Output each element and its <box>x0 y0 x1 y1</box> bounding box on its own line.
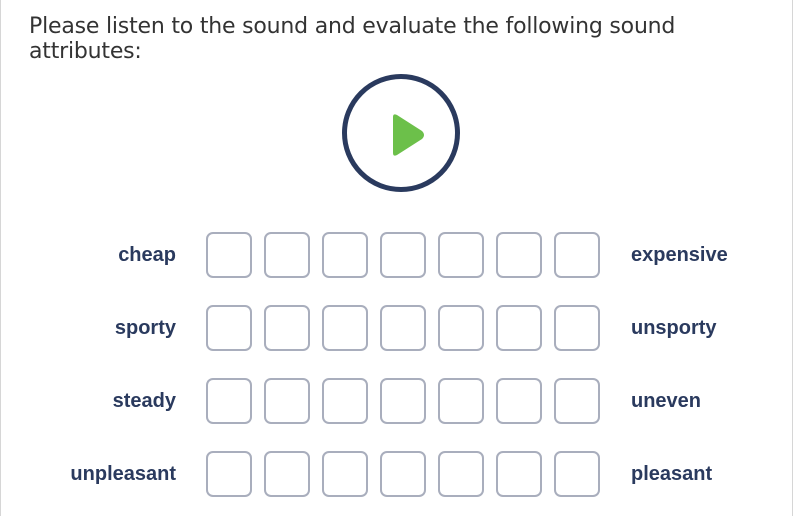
row-left-label: sporty <box>114 317 176 339</box>
rating-box-5[interactable] <box>438 451 484 497</box>
row-right-label: pleasant <box>631 463 713 485</box>
row-right-label: unsporty <box>631 317 717 339</box>
rating-box-3[interactable] <box>322 451 368 497</box>
rating-box-3[interactable] <box>322 232 368 278</box>
row-left-label: unpleasant <box>70 463 176 485</box>
question-prompt: Please listen to the sound and evaluate … <box>29 14 676 64</box>
survey-page: Please listen to the sound and evaluate … <box>0 0 793 516</box>
play-button[interactable] <box>342 74 460 192</box>
rating-row-4: unpleasant pleasant <box>1 451 793 499</box>
rating-box-7[interactable] <box>554 305 600 351</box>
rating-box-1[interactable] <box>206 451 252 497</box>
rating-box-4[interactable] <box>380 232 426 278</box>
rating-box-2[interactable] <box>264 451 310 497</box>
rating-row-2: sporty unsporty <box>1 305 793 353</box>
rating-box-6[interactable] <box>496 378 542 424</box>
rating-box-4[interactable] <box>380 451 426 497</box>
rating-box-5[interactable] <box>438 232 484 278</box>
row-left-label: cheap <box>118 244 176 266</box>
rating-box-6[interactable] <box>496 305 542 351</box>
rating-box-1[interactable] <box>206 232 252 278</box>
rating-box-4[interactable] <box>380 305 426 351</box>
rating-box-6[interactable] <box>496 451 542 497</box>
rating-box-1[interactable] <box>206 378 252 424</box>
rating-box-5[interactable] <box>438 305 484 351</box>
rating-box-4[interactable] <box>380 378 426 424</box>
rating-box-7[interactable] <box>554 378 600 424</box>
rating-box-5[interactable] <box>438 378 484 424</box>
rating-box-2[interactable] <box>264 305 310 351</box>
rating-box-2[interactable] <box>264 378 310 424</box>
rating-box-2[interactable] <box>264 232 310 278</box>
rating-row-3: steady uneven <box>1 378 793 426</box>
rating-box-3[interactable] <box>322 305 368 351</box>
play-icon <box>393 114 424 156</box>
row-left-label: steady <box>112 390 176 412</box>
rating-box-1[interactable] <box>206 305 252 351</box>
row-right-label: uneven <box>631 390 702 412</box>
rating-box-7[interactable] <box>554 451 600 497</box>
rating-box-7[interactable] <box>554 232 600 278</box>
rating-box-6[interactable] <box>496 232 542 278</box>
row-right-label: expensive <box>631 244 728 266</box>
rating-row-1: cheap expensive <box>1 232 793 280</box>
rating-box-3[interactable] <box>322 378 368 424</box>
